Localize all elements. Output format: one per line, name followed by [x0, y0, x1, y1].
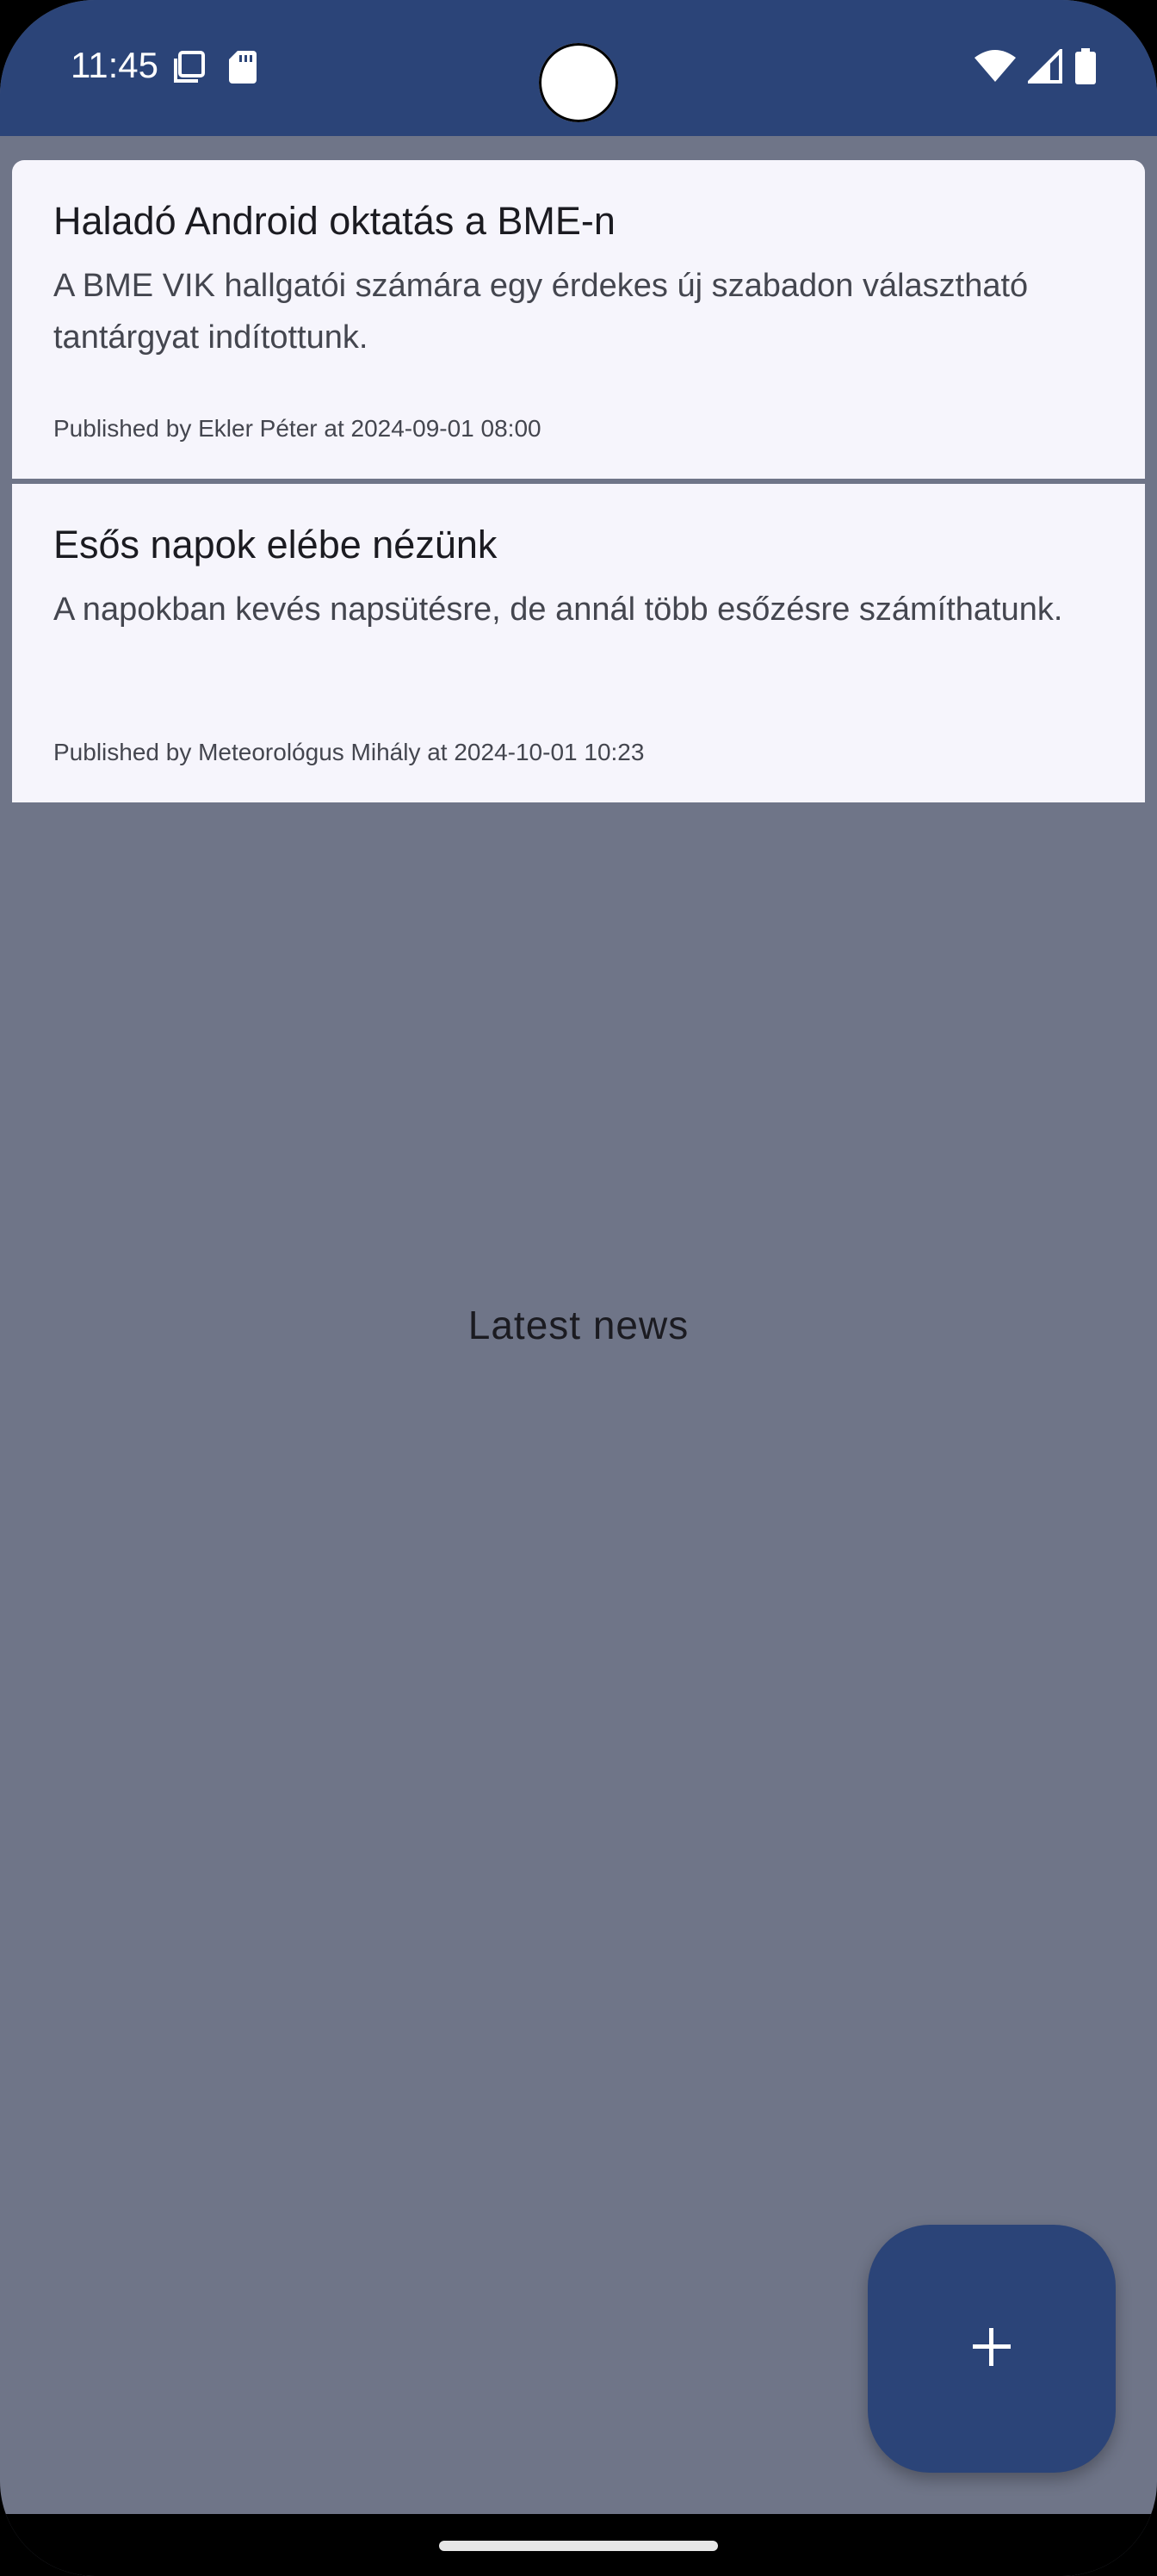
status-icons-right [974, 46, 1097, 89]
status-time: 11:45 [71, 45, 158, 85]
news-body: A BME VIK hallgatói számára egy érdekes … [53, 267, 1029, 356]
news-meta: Published by Meteorológus Mihály at 2024… [53, 739, 645, 765]
background-label: Latest news [467, 1303, 690, 1347]
sd-card-icon [229, 51, 257, 88]
status-bar: 11:45 [0, 0, 1157, 136]
status-icons-left [172, 50, 257, 89]
news-title: Esős napok elébe nézünk [53, 523, 498, 567]
add-news-button[interactable] [868, 2225, 1116, 2473]
news-body: A napokban kevés napsütésre, de annál tö… [53, 591, 1063, 628]
plus-icon [971, 2326, 1012, 2372]
news-list[interactable]: Haladó Android oktatás a BME-n A BME VIK… [12, 160, 1145, 802]
news-meta: Published by Ekler Péter at 2024-09-01 0… [53, 415, 541, 442]
cell-signal-icon [1025, 46, 1062, 88]
news-card[interactable]: Esős napok elébe nézünk A napokban kevés… [12, 484, 1145, 802]
wifi-icon [974, 49, 1016, 88]
battery-icon [1074, 48, 1097, 89]
news-title: Haladó Android oktatás a BME-n [53, 199, 616, 243]
home-gesture-handle[interactable] [439, 2541, 718, 2551]
screenshot-icon [172, 50, 207, 89]
device-screen: 11:45 Haladó Android oktatás a BME-n A B… [0, 0, 1157, 2576]
news-card[interactable]: Haladó Android oktatás a BME-n A BME VIK… [12, 160, 1145, 479]
front-camera [539, 43, 618, 122]
